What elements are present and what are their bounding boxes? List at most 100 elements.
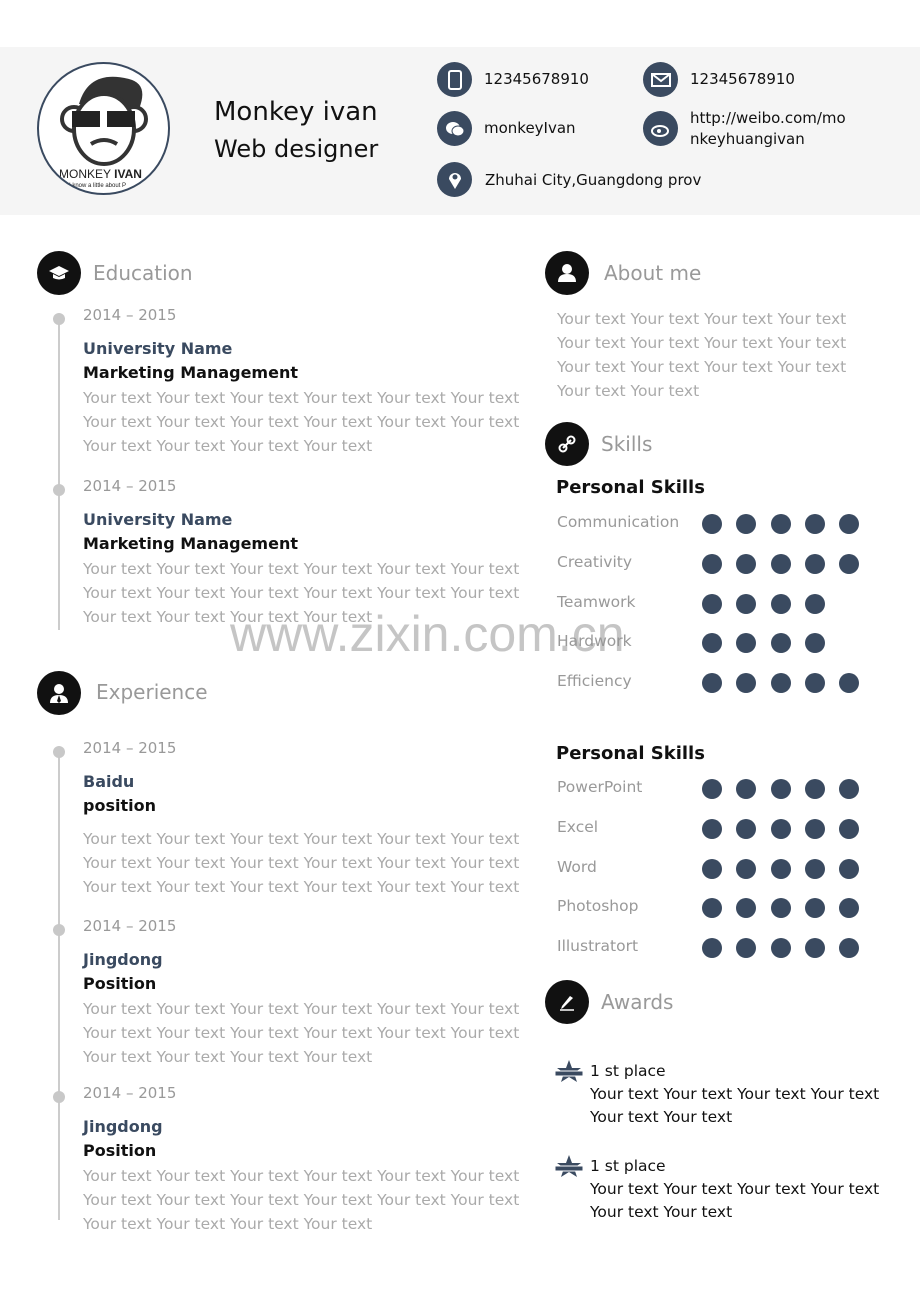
entry-org: University Name [83, 510, 233, 529]
person-tie-icon [37, 671, 81, 715]
phone-icon [437, 62, 472, 97]
skill-level-dot [736, 779, 757, 799]
person-name: Monkey ivan [214, 97, 378, 127]
skill-level-dot [702, 938, 722, 959]
skill-name: Communication [557, 513, 680, 531]
section-title-awards: Awards [601, 990, 674, 1014]
timeline-dot [53, 924, 65, 936]
award-text: Your text Your text Your text Your text … [590, 1085, 880, 1126]
entry-position: Position [83, 1141, 157, 1160]
award-text: Your text Your text Your text Your text … [590, 1180, 880, 1221]
timeline-dot [53, 746, 65, 758]
skill-level-dot [736, 633, 757, 654]
section-title-about: About me [604, 261, 702, 285]
entry-date: 2014 – 2015 [83, 739, 177, 757]
contact-mail: 12345678910 [690, 70, 795, 88]
skill-level-dot [770, 633, 791, 654]
timeline-dot [53, 1091, 65, 1103]
watermark: www.zixin.com.cn [230, 606, 625, 662]
mail-icon [643, 62, 678, 97]
skill-level-dot [736, 673, 757, 694]
skill-level-dot [839, 938, 860, 959]
skill-level-dot [702, 818, 722, 839]
skill-level-dot [770, 898, 791, 919]
skill-level-dot [804, 514, 825, 534]
skill-name: Creativity [557, 552, 633, 571]
skill-level-dot [702, 779, 722, 799]
skill-level-dot [736, 938, 757, 959]
entry-position: Marketing Management [83, 534, 298, 553]
contact-location: Zhuhai City,Guangdong prov [485, 171, 702, 189]
person-role: Web designer [214, 135, 379, 163]
entry-date: 2014 – 2015 [83, 1084, 177, 1102]
contact-weibo[interactable]: http://weibo.com/monkeyhuangivan [690, 108, 850, 150]
entry-org: Baidu [83, 772, 135, 791]
skill-name: Illustratort [557, 937, 639, 956]
skill-level-dot [702, 514, 722, 534]
entry-org: Jingdong [83, 950, 163, 969]
svg-text:I know a little about P: I know a little about P [69, 183, 126, 189]
skill-level-dot [804, 553, 825, 574]
skill-level-dot [770, 553, 791, 574]
skill-level-dot [770, 818, 791, 839]
contact-wechat: monkeyIvan [484, 119, 576, 137]
skill-name: PowerPoint [557, 778, 643, 796]
link-icon [545, 422, 589, 466]
skills-group-heading: Personal Skills [556, 743, 705, 764]
skill-level-dot [702, 898, 722, 919]
skill-name: Word [557, 857, 597, 876]
skill-level-dot [839, 779, 860, 799]
section-title-skills: Skills [601, 432, 653, 456]
pencil-icon [545, 980, 589, 1024]
location-icon [437, 162, 472, 197]
entry-text: Your text Your text Your text Your text … [83, 1000, 520, 1066]
skill-level-dot [804, 938, 825, 959]
skill-level-dot [804, 633, 825, 654]
entry-position: Position [83, 974, 157, 993]
contact-phone: 12345678910 [484, 70, 589, 88]
award-star-icon [554, 1060, 584, 1088]
skill-level-dot [804, 898, 825, 919]
skills-group-heading: Personal Skills [556, 477, 705, 498]
award-star-icon [554, 1155, 584, 1183]
entry-date: 2014 – 2015 [83, 477, 177, 495]
entry-org: Jingdong [83, 1117, 163, 1136]
skill-level-dot [770, 593, 791, 614]
about-text: Your text Your text Your text Your text … [557, 310, 847, 400]
skill-name: Efficiency [557, 672, 632, 691]
timeline-line [58, 748, 60, 1220]
section-title-education: Education [93, 261, 193, 285]
skill-level-dot [804, 858, 825, 879]
svg-text:MONKEY IVAN: MONKEY IVAN [59, 167, 142, 181]
skill-level-dot [804, 779, 825, 799]
skill-level-dot [736, 818, 757, 839]
award-title: 1 st place [590, 1062, 666, 1080]
entry-text: Your text Your text Your text Your text … [83, 830, 520, 896]
user-icon [545, 251, 589, 295]
wechat-icon [437, 111, 472, 146]
skill-level-dot [736, 858, 757, 879]
skill-name: Excel [557, 817, 599, 836]
timeline-dot [53, 484, 65, 496]
award-title: 1 st place [590, 1157, 666, 1175]
skill-level-dot [736, 898, 757, 919]
skill-level-dot [702, 633, 722, 654]
entry-date: 2014 – 2015 [83, 306, 177, 324]
section-title-experience: Experience [96, 680, 208, 704]
graduation-cap-icon [37, 251, 81, 295]
skill-level-dot [702, 553, 722, 574]
skill-level-dot [804, 818, 825, 839]
skill-level-dot [702, 858, 722, 879]
skill-level-dot [839, 514, 860, 534]
skill-level-dot [770, 858, 791, 879]
skill-level-dot [804, 673, 825, 694]
skill-level-dot [702, 673, 722, 694]
entry-text: Your text Your text Your text Your text … [83, 1167, 520, 1233]
skill-level-dot [770, 938, 791, 959]
skill-name: Photoshop [557, 897, 639, 916]
skill-level-dot [839, 898, 860, 919]
timeline-dot [53, 313, 65, 325]
skill-level-dot [770, 514, 791, 534]
skill-level-dot [804, 593, 825, 614]
timeline-line [58, 315, 60, 630]
